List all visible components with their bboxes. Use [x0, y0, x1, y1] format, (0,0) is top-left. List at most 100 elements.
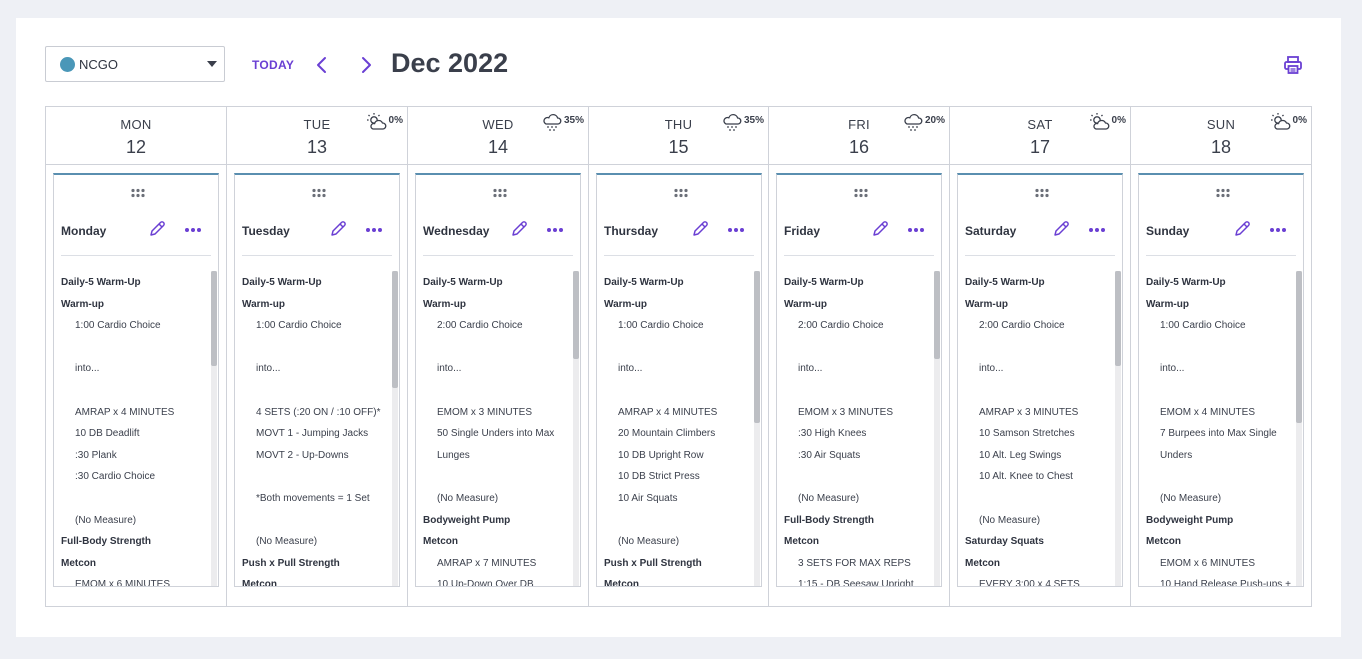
scrollbar[interactable] — [934, 271, 940, 586]
drag-handle-icon[interactable] — [492, 188, 508, 198]
workout-line — [242, 466, 392, 488]
workout-line: into... — [1160, 363, 1185, 375]
more-options-icon[interactable] — [1269, 227, 1287, 233]
scrollbar-thumb[interactable] — [573, 271, 579, 360]
day-number: 17 — [1029, 137, 1051, 157]
chevron-left-icon[interactable] — [314, 55, 330, 75]
workout-line: MOVT 2 - Up-Downs — [256, 449, 349, 461]
workout-card[interactable]: Friday Daily-5 Warm-Up Warm-up 2:00 Cardio … — [776, 173, 942, 587]
chevron-right-icon[interactable] — [358, 55, 374, 75]
workout-line: Warm-up — [604, 298, 647, 310]
day-header[interactable]: SUN 18 0% — [1131, 107, 1311, 165]
more-options-icon[interactable] — [727, 227, 745, 233]
more-options-icon[interactable] — [184, 227, 202, 233]
weather-forecast: 35% — [540, 112, 584, 132]
workout-line: Push x Pull Strength — [604, 557, 702, 569]
day-number: 14 — [487, 137, 509, 157]
caret-down-icon — [207, 61, 217, 67]
workout-line: 10 Hand Release Push-ups + — [1160, 579, 1291, 587]
partly-cloudy-icon — [366, 113, 386, 130]
workout-line: EMOM x 6 MINUTES — [1160, 557, 1256, 569]
day-header[interactable]: WED 14 35% — [408, 107, 588, 165]
today-button[interactable]: TODAY — [252, 58, 294, 72]
workout-line: Unders — [1160, 449, 1193, 461]
workout-line: *Both movements = 1 Set — [256, 492, 370, 504]
week-calendar: MON 12 Monday Daily-5 Warm-Up Warm-up 1:00 Ca… — [45, 106, 1312, 607]
workout-card[interactable]: Sunday Daily-5 Warm-Up Warm-up 1:00 Cardio … — [1138, 173, 1304, 587]
more-options-icon[interactable] — [907, 227, 925, 233]
day-header[interactable]: SAT 17 0% — [950, 107, 1130, 165]
pencil-icon[interactable] — [1052, 220, 1070, 238]
pencil-icon[interactable] — [871, 220, 889, 238]
drag-handle-icon[interactable] — [1034, 188, 1050, 198]
scrollbar-thumb[interactable] — [934, 271, 940, 360]
workout-line: Full-Body Strength — [61, 536, 151, 548]
more-options-icon[interactable] — [1088, 227, 1106, 233]
snow-cloud-icon — [904, 114, 923, 131]
day-number: 16 — [848, 137, 870, 157]
workout-line: Metcon — [61, 557, 96, 569]
weather-forecast: 0% — [1269, 112, 1307, 132]
workout-card[interactable]: Monday Daily-5 Warm-Up Warm-up 1:00 Cardio … — [53, 173, 219, 587]
pencil-icon[interactable] — [1233, 220, 1251, 238]
drag-handle-icon[interactable] — [311, 188, 327, 198]
workout-line: 3 SETS FOR MAX REPS — [798, 557, 911, 569]
workout-line: EMOM x 3 MINUTES — [798, 406, 894, 418]
workout-line: (No Measure) — [1160, 492, 1222, 504]
precipitation-chance: 35% — [743, 114, 764, 126]
workout-line: Metcon — [242, 579, 277, 587]
scrollbar[interactable] — [573, 271, 579, 586]
workout-card[interactable]: Saturday Daily-5 Warm-Up Warm-up 2:00 Cardi… — [957, 173, 1123, 587]
workout-title: Saturday — [965, 224, 1017, 238]
divider — [784, 255, 934, 256]
scrollbar-thumb[interactable] — [392, 271, 398, 388]
gym-select[interactable]: NCGO — [45, 46, 225, 82]
workout-line: AMRAP x 4 MINUTES — [75, 406, 175, 418]
workout-line — [423, 337, 573, 359]
day-header[interactable]: THU 15 35% — [589, 107, 768, 165]
workout-card[interactable]: Tuesday Daily-5 Warm-Up Warm-up 1:00 Cardio… — [234, 173, 400, 587]
scrollbar[interactable] — [211, 271, 217, 586]
workout-title: Thursday — [604, 224, 659, 238]
scrollbar-thumb[interactable] — [1296, 271, 1302, 423]
workout-card[interactable]: Wednesday Daily-5 Warm-Up Warm-up 2:00 Card… — [415, 173, 581, 587]
scrollbar[interactable] — [392, 271, 398, 586]
day-header[interactable]: TUE 13 0% — [227, 107, 407, 165]
workout-line — [242, 380, 392, 402]
drag-handle-icon[interactable] — [1215, 188, 1231, 198]
day-header[interactable]: FRI 16 20% — [769, 107, 949, 165]
more-options-icon[interactable] — [546, 227, 564, 233]
workout-card[interactable]: Thursday Daily-5 Warm-Up Warm-up 1:00 Cardi… — [596, 173, 762, 587]
drag-handle-icon[interactable] — [853, 188, 869, 198]
print-icon[interactable] — [1283, 55, 1303, 75]
workout-line: Warm-up — [1146, 298, 1189, 310]
workout-line: Warm-up — [61, 298, 104, 310]
pencil-icon[interactable] — [329, 220, 347, 238]
scrollbar[interactable] — [1296, 271, 1302, 586]
drag-handle-icon[interactable] — [130, 188, 146, 198]
workout-line: :30 High Knees — [798, 428, 867, 440]
pencil-icon[interactable] — [148, 220, 166, 238]
workout-title: Tuesday — [242, 224, 290, 238]
pencil-icon[interactable] — [510, 220, 528, 238]
workout-details: Daily-5 Warm-Up Warm-up 2:00 Cardio Choice… — [965, 272, 1115, 586]
day-header[interactable]: MON 12 — [46, 107, 226, 165]
pencil-icon[interactable] — [691, 220, 709, 238]
drag-handle-icon[interactable] — [673, 188, 689, 198]
divider — [1146, 255, 1296, 256]
precipitation-chance: 0% — [1111, 114, 1126, 126]
scrollbar-thumb[interactable] — [1115, 271, 1121, 366]
scrollbar-thumb[interactable] — [211, 271, 217, 366]
more-options-icon[interactable] — [365, 227, 383, 233]
weather-forecast: 35% — [720, 112, 764, 132]
workout-line: Metcon — [423, 536, 458, 548]
weather-forecast: 0% — [365, 112, 403, 132]
workout-line: 1:15 - DB Seesaw Upright — [798, 579, 914, 587]
workout-details: Daily-5 Warm-Up Warm-up 2:00 Cardio Choice… — [423, 272, 573, 586]
scrollbar[interactable] — [1115, 271, 1121, 586]
workout-line: Daily-5 Warm-Up — [965, 277, 1045, 288]
scrollbar[interactable] — [754, 271, 760, 586]
workout-line: EMOM x 4 MINUTES — [1160, 406, 1256, 418]
scrollbar-thumb[interactable] — [754, 271, 760, 423]
workout-line: 10 DB Deadlift — [75, 428, 140, 440]
